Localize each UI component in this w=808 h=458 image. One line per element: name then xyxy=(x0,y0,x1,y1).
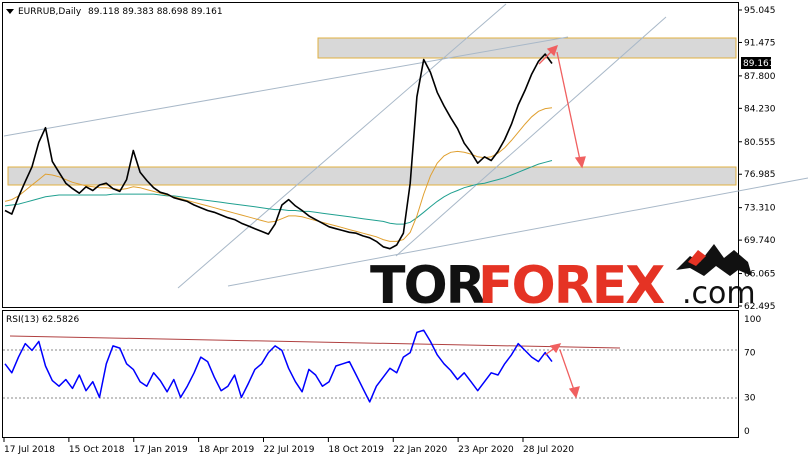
y-tick-label: 87.800 xyxy=(744,72,776,82)
logo-tor: TOR xyxy=(370,256,485,316)
x-tick-label: 18 Oct 2019 xyxy=(328,445,384,455)
logo-com: .com xyxy=(682,276,756,311)
support-zone xyxy=(7,166,737,186)
y-tick-label: 69.740 xyxy=(744,236,776,246)
rsi-tick-label: 70 xyxy=(744,349,756,359)
x-tick-label: 22 Jan 2020 xyxy=(393,445,447,455)
x-axis-labels: 17 Jul 2018 15 Oct 2018 17 Jan 2019 18 Apr … xyxy=(3,438,574,455)
y-tick-label: 73.310 xyxy=(744,204,776,214)
x-tick-label: 18 Apr 2019 xyxy=(199,445,255,455)
rsi-tick-label: 100 xyxy=(744,315,761,325)
x-tick-label: 17 Jan 2019 xyxy=(134,445,188,455)
rsi-label: RSI(13) 62.5826 xyxy=(6,315,79,325)
price-badge-text: 89.161 xyxy=(743,59,775,69)
y-tick-label: 76.985 xyxy=(744,170,776,180)
chart-canvas: EURRUB,Daily 89.118 89.383 88.698 89.161… xyxy=(2,2,808,455)
y-tick-label: 91.475 xyxy=(744,38,776,48)
rsi-tick-label: 0 xyxy=(744,427,750,437)
y-tick-label: 80.555 xyxy=(744,138,776,148)
x-tick-label: 17 Jul 2018 xyxy=(4,445,55,455)
resistance-zone xyxy=(317,37,737,59)
rsi-panel xyxy=(2,310,739,438)
x-tick-label: 15 Oct 2018 xyxy=(69,445,125,455)
x-tick-label: 22 Jul 2019 xyxy=(264,445,315,455)
rsi-tick-label: 30 xyxy=(744,393,756,403)
x-tick-label: 28 Jul 2020 xyxy=(523,445,574,455)
rsi-axis-labels: 100 70 30 0 xyxy=(744,315,761,437)
y-tick-label: 84.230 xyxy=(744,104,776,114)
x-tick-label: 23 Apr 2020 xyxy=(458,445,514,455)
y-tick-label: 95.045 xyxy=(744,6,776,16)
logo-forex: FOREX xyxy=(478,256,665,316)
ohlc-label: 89.118 89.383 88.698 89.161 xyxy=(88,7,223,17)
symbol-label: EURRUB,Daily xyxy=(18,7,82,17)
